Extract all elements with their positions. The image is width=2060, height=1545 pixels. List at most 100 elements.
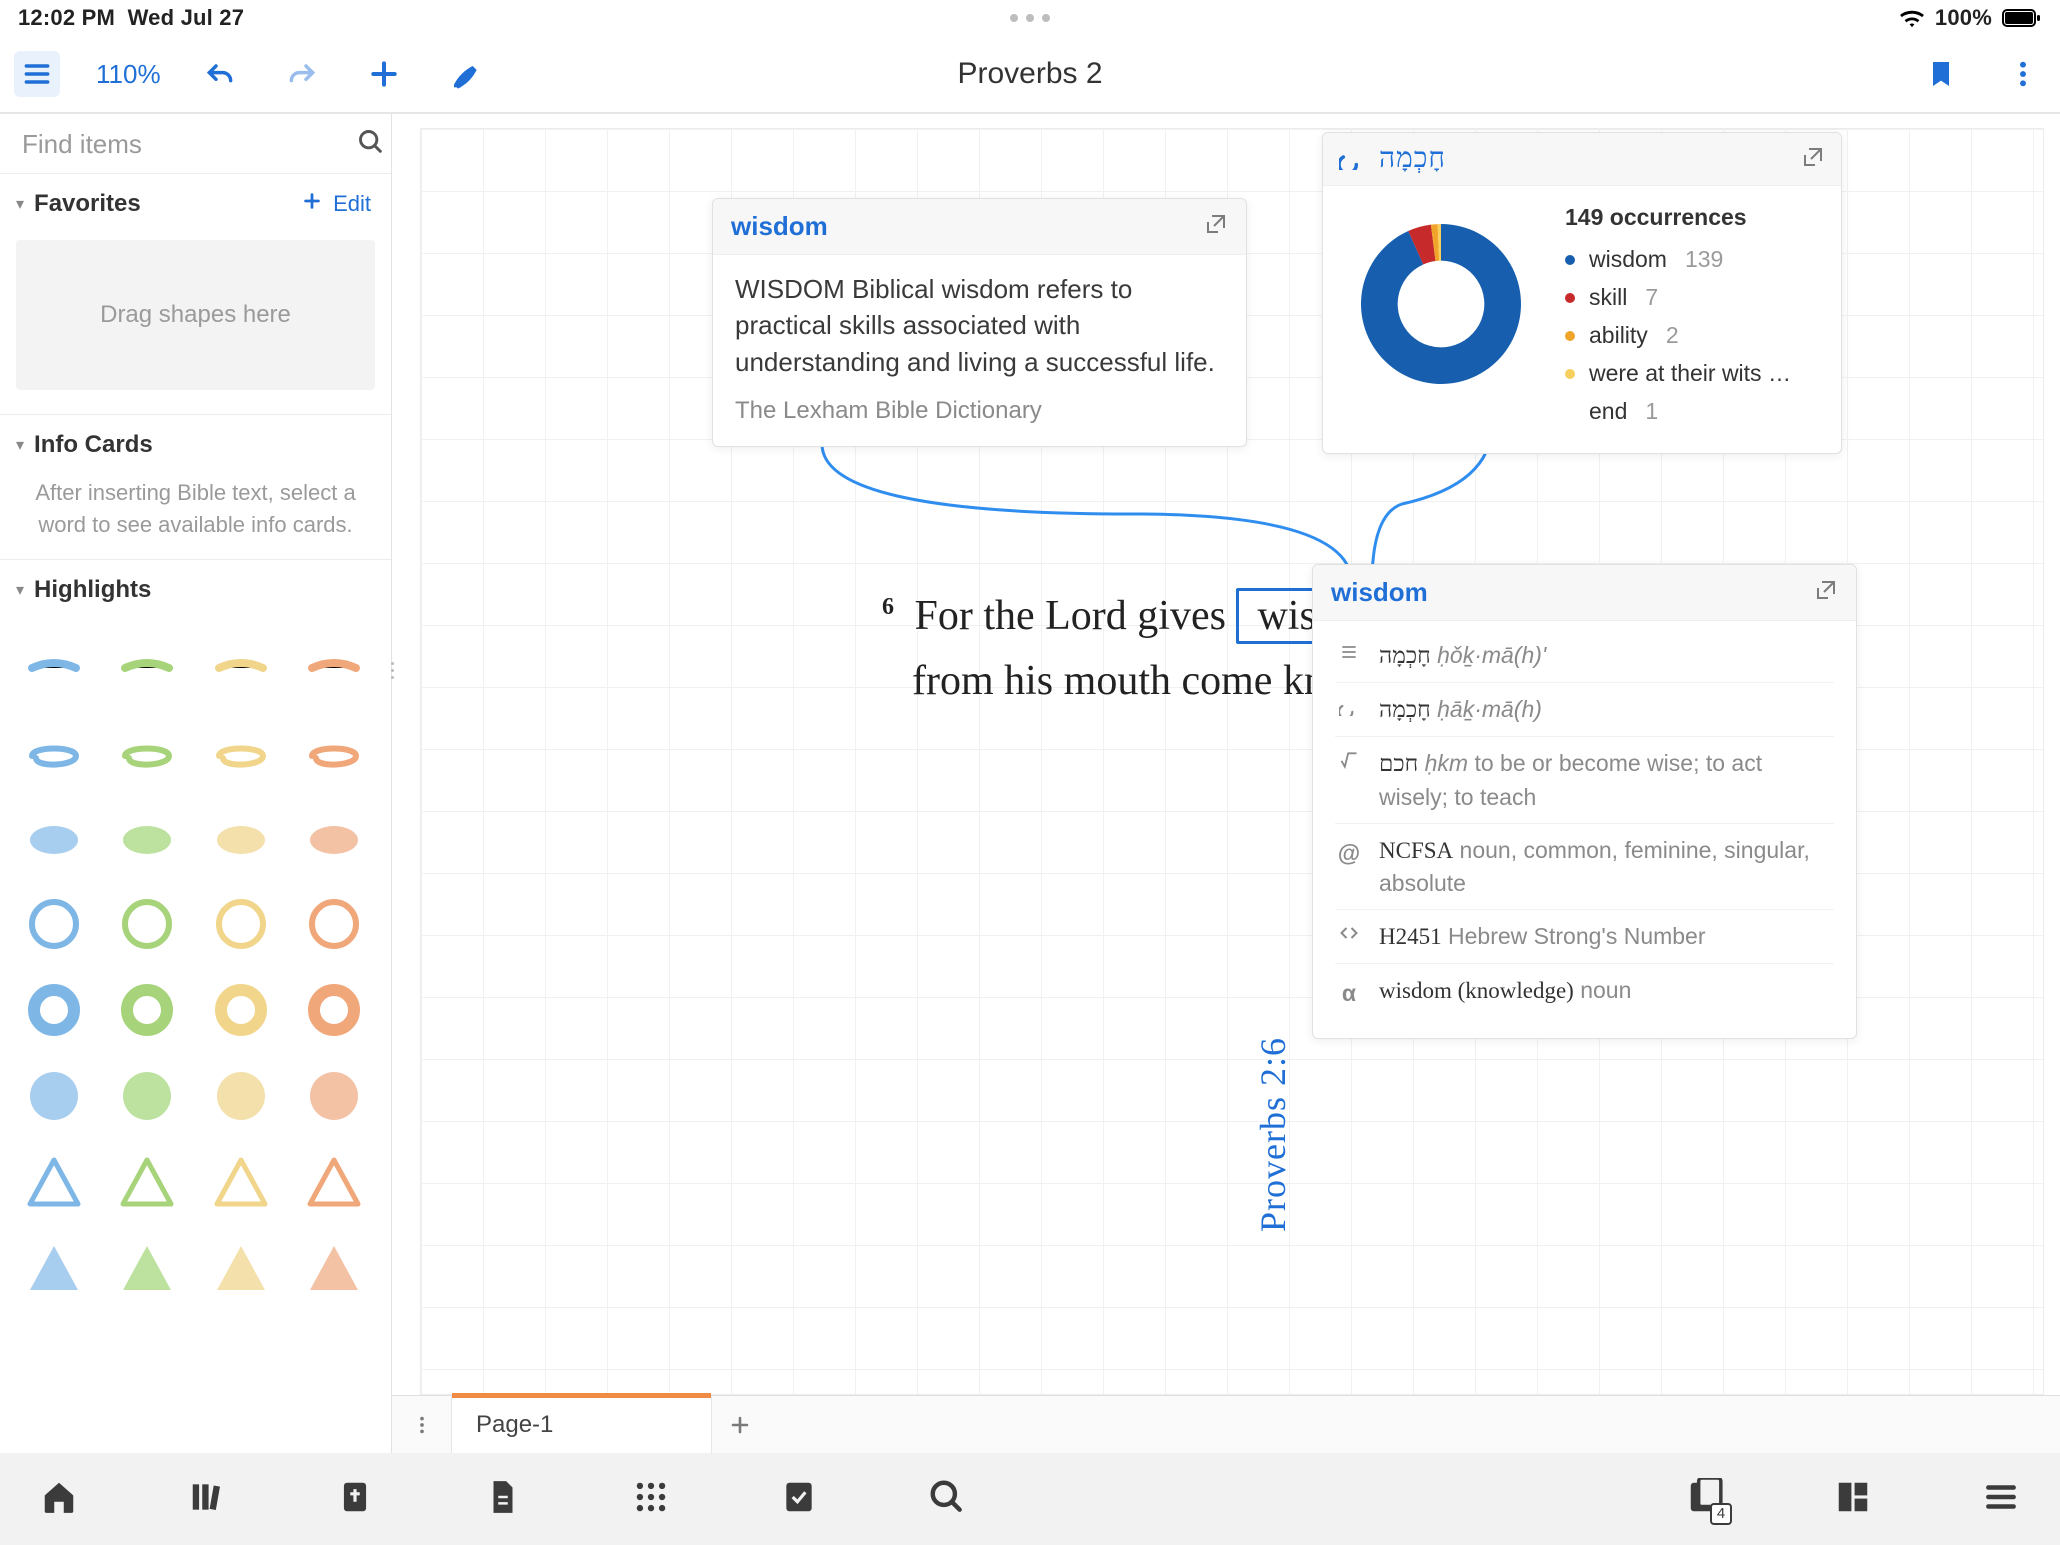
verse-reference-label[interactable]: Proverbs 2:6 xyxy=(1252,1037,1294,1232)
popout-icon[interactable] xyxy=(1204,212,1228,241)
lexicon-row[interactable]: חָכְמָה ḥāḵ·mā(h) xyxy=(1335,682,1834,736)
hl-tri-outline-green[interactable] xyxy=(115,1150,179,1214)
lemma-arc-icon xyxy=(1339,144,1365,175)
hl-oval-fill-green[interactable] xyxy=(115,806,179,870)
hl-oval-fill-blue[interactable] xyxy=(22,806,86,870)
highlights-section-header[interactable]: ▾ Highlights xyxy=(0,560,391,618)
popout-icon[interactable] xyxy=(1801,145,1825,174)
infocards-section-header[interactable]: ▾ Info Cards xyxy=(0,415,391,473)
occurrences-card[interactable]: חָכְמָה 149 occurrences wisdom139skill7a… xyxy=(1322,132,1842,454)
occurrences-legend-item: wisdom139 xyxy=(1565,241,1791,279)
nav-notebooks-icon[interactable]: 4 xyxy=(1686,1478,1724,1521)
zoom-level[interactable]: 110% xyxy=(96,59,161,90)
hl-tri-outline-blue[interactable] xyxy=(22,1150,86,1214)
caret-down-icon: ▾ xyxy=(16,435,24,455)
occurrences-legend: 149 occurrences wisdom139skill7ability2w… xyxy=(1565,204,1791,431)
document-title[interactable]: Proverbs 2 xyxy=(957,57,1102,91)
hl-oval-open-orange[interactable] xyxy=(302,720,366,784)
lexicon-row[interactable]: @NCFSA noun, common, feminine, singular,… xyxy=(1335,823,1834,909)
bookmark-icon[interactable] xyxy=(1918,51,1964,97)
nav-document-icon[interactable] xyxy=(484,1478,522,1521)
lines-icon xyxy=(1335,639,1363,662)
occurrences-hebrew: חָכְמָה xyxy=(1379,143,1446,175)
hl-circle-fill-orange[interactable] xyxy=(302,1064,366,1128)
add-tab-icon[interactable] xyxy=(712,1396,768,1453)
hl-circle-thick-green[interactable] xyxy=(115,978,179,1042)
battery-percent: 100% xyxy=(1935,5,1992,31)
definition-card-source: The Lexham Bible Dictionary xyxy=(735,394,1224,428)
more-vert-icon[interactable] xyxy=(2000,51,2046,97)
multitask-dots-icon[interactable] xyxy=(1010,14,1050,22)
occurrences-legend-item: were at their wits … xyxy=(1565,355,1791,393)
app-toolbar: 110% Proverbs 2 xyxy=(0,36,2060,114)
definition-card-title: wisdom xyxy=(731,211,828,242)
add-favorite-icon[interactable] xyxy=(301,190,323,218)
hl-oval-open-blue[interactable] xyxy=(22,720,86,784)
favorites-section-header[interactable]: ▾ Favorites Edit xyxy=(0,174,391,232)
nav-layout-icon[interactable] xyxy=(1834,1478,1872,1521)
nav-home-icon[interactable] xyxy=(40,1478,78,1521)
hl-tri-outline-orange[interactable] xyxy=(302,1150,366,1214)
lexicon-card[interactable]: wisdom חָכְמָה ḥǒḵ·mā(h)ʹחָכְמָה ḥāḵ·mā(… xyxy=(1312,564,1857,1039)
hl-circle-thick-yellow[interactable] xyxy=(209,978,273,1042)
definition-card[interactable]: wisdom WISDOM Biblical wisdom refers to … xyxy=(712,198,1247,447)
hl-tri-fill-green[interactable] xyxy=(115,1236,179,1300)
hl-tri-fill-orange[interactable] xyxy=(302,1236,366,1300)
nav-menu-icon[interactable] xyxy=(1982,1478,2020,1521)
diagram-canvas[interactable]: wisdom WISDOM Biblical wisdom refers to … xyxy=(392,114,2060,1395)
redo-icon[interactable] xyxy=(279,51,325,97)
search-icon[interactable] xyxy=(357,128,385,161)
hamburger-menu-icon[interactable] xyxy=(14,51,60,97)
popout-icon[interactable] xyxy=(1814,578,1838,607)
lexicon-row[interactable]: חָכְמָה ḥǒḵ·mā(h)ʹ xyxy=(1335,629,1834,682)
hl-dash-blue[interactable] xyxy=(22,634,86,698)
nav-library-icon[interactable] xyxy=(188,1478,226,1521)
lexicon-row[interactable]: αwisdom (knowledge) noun xyxy=(1335,963,1834,1019)
hl-oval-fill-yellow[interactable] xyxy=(209,806,273,870)
nav-bible-icon[interactable] xyxy=(336,1478,374,1521)
hl-circle-fill-yellow[interactable] xyxy=(209,1064,273,1128)
hl-circle-outline-green[interactable] xyxy=(115,892,179,956)
hl-oval-fill-orange[interactable] xyxy=(302,806,366,870)
hl-tri-fill-blue[interactable] xyxy=(22,1236,86,1300)
edit-favorites-link[interactable]: Edit xyxy=(333,191,371,217)
lexicon-row[interactable]: H2451 Hebrew Strong's Number xyxy=(1335,909,1834,963)
hl-circle-thick-orange[interactable] xyxy=(302,978,366,1042)
verse-number: 6 xyxy=(882,594,894,620)
caret-down-icon: ▾ xyxy=(16,194,24,214)
hl-tri-fill-yellow[interactable] xyxy=(209,1236,273,1300)
lexicon-row[interactable]: חכם ḥkm to be or become wise; to act wis… xyxy=(1335,736,1834,822)
nav-apps-icon[interactable] xyxy=(632,1478,670,1521)
shapes-sidebar: ▾ Favorites Edit Drag shapes here ▾ Info… xyxy=(0,114,392,1453)
nav-tasks-icon[interactable] xyxy=(780,1478,818,1521)
hl-oval-open-green[interactable] xyxy=(115,720,179,784)
occurrences-donut-chart xyxy=(1341,204,1541,404)
highlight-shapes-grid xyxy=(0,618,391,1316)
undo-icon[interactable] xyxy=(197,51,243,97)
hl-circle-fill-blue[interactable] xyxy=(22,1064,86,1128)
definition-card-body: WISDOM Biblical wisdom refers to practic… xyxy=(735,271,1224,380)
find-items-input[interactable] xyxy=(22,129,357,160)
hl-dash-green[interactable] xyxy=(115,634,179,698)
occurrences-legend-item: skill7 xyxy=(1565,279,1791,317)
ipad-status-bar: 12:02 PM Wed Jul 27 100% xyxy=(0,0,2060,36)
hl-dash-orange[interactable] xyxy=(302,634,366,698)
hl-circle-outline-yellow[interactable] xyxy=(209,892,273,956)
tabs-menu-icon[interactable] xyxy=(392,1396,452,1453)
favorites-dropzone[interactable]: Drag shapes here xyxy=(16,240,375,390)
add-icon[interactable] xyxy=(361,51,407,97)
hl-circle-outline-orange[interactable] xyxy=(302,892,366,956)
hl-circle-outline-blue[interactable] xyxy=(22,892,86,956)
root-icon xyxy=(1335,747,1363,770)
wifi-icon xyxy=(1899,8,1925,28)
hl-tri-outline-yellow[interactable] xyxy=(209,1150,273,1214)
draw-pen-icon[interactable] xyxy=(443,51,489,97)
hl-dash-yellow[interactable] xyxy=(209,634,273,698)
tab-page-1[interactable]: Page-1 xyxy=(452,1396,712,1453)
hl-circle-fill-green[interactable] xyxy=(115,1064,179,1128)
lexicon-card-title: wisdom xyxy=(1331,577,1428,608)
hl-circle-thick-blue[interactable] xyxy=(22,978,86,1042)
nav-search-icon[interactable] xyxy=(928,1478,966,1521)
occurrences-legend-item: ability2 xyxy=(1565,317,1791,355)
hl-oval-open-yellow[interactable] xyxy=(209,720,273,784)
